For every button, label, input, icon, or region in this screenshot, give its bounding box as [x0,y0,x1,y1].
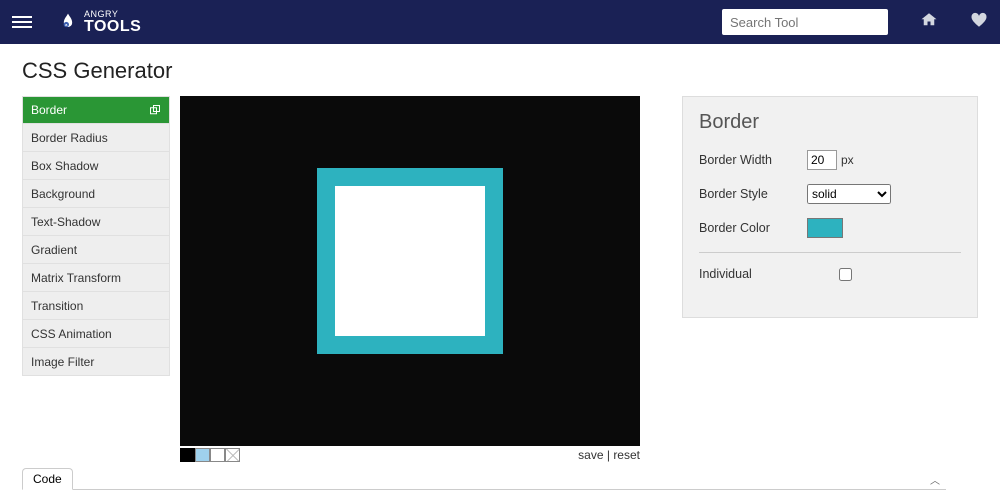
sidebar-item-text-shadow[interactable]: Text-Shadow [22,208,170,236]
brand-bottom: TOOLS [84,19,141,35]
bg-swatch-white[interactable] [210,448,225,462]
preview-box [317,168,503,354]
individual-checkbox[interactable] [839,268,852,281]
bg-swatch-blue[interactable] [195,448,210,462]
page-title: CSS Generator [22,58,978,84]
preview-canvas [180,96,640,446]
code-tabs: Code ︿ [22,468,946,490]
border-color-label: Border Color [699,221,807,235]
code-tab[interactable]: Code [22,468,73,490]
brand[interactable]: a ANGRY TOOLS [58,10,141,35]
sidebar-item-border[interactable]: Border [22,96,170,124]
sidebar-item-label: Background [31,187,95,201]
sidebar-item-label: Box Shadow [31,159,98,173]
bg-swatch-black[interactable] [180,448,195,462]
panel-divider [699,252,961,253]
sidebar-item-label: CSS Animation [31,327,112,341]
individual-label: Individual [699,267,839,281]
chevron-up-icon[interactable]: ︿ [930,472,940,487]
sidebar-item-gradient[interactable]: Gradient [22,236,170,264]
brand-text: ANGRY TOOLS [84,10,141,35]
sidebar-item-box-shadow[interactable]: Box Shadow [22,152,170,180]
menu-icon[interactable] [12,16,32,28]
sidebar-item-css-animation[interactable]: CSS Animation [22,320,170,348]
sidebar-item-label: Gradient [31,243,77,257]
bg-swatch-transparent[interactable] [225,448,240,462]
sidebar: Border Border Radius Box Shadow Backgrou… [22,96,170,376]
topbar: a ANGRY TOOLS [0,0,1000,44]
border-width-label: Border Width [699,153,807,167]
sidebar-item-background[interactable]: Background [22,180,170,208]
border-width-input[interactable] [807,150,837,170]
sidebar-item-label: Transition [31,299,83,313]
sidebar-item-border-radius[interactable]: Border Radius [22,124,170,152]
popout-icon [149,104,161,116]
swatch-row: save | reset [180,448,640,462]
heart-icon[interactable] [970,11,988,34]
sidebar-item-label: Border Radius [31,131,108,145]
sidebar-item-label: Border [31,103,67,117]
sidebar-item-label: Text-Shadow [31,215,100,229]
panel-title: Border [699,111,961,134]
border-style-select[interactable]: solid [807,184,891,204]
border-color-swatch[interactable] [807,218,843,238]
border-style-label: Border Style [699,187,807,201]
sidebar-item-image-filter[interactable]: Image Filter [22,348,170,376]
sidebar-item-matrix-transform[interactable]: Matrix Transform [22,264,170,292]
reset-link[interactable]: reset [613,448,640,462]
home-icon[interactable] [920,11,938,34]
search-input[interactable] [722,9,888,35]
properties-panel: Border Border Width px Border Style soli… [682,96,978,318]
sidebar-item-transition[interactable]: Transition [22,292,170,320]
save-reset: save | reset [578,448,640,462]
border-width-unit: px [841,153,854,167]
flame-icon: a [58,12,78,32]
sidebar-item-label: Matrix Transform [31,271,121,285]
sidebar-item-label: Image Filter [31,355,94,369]
save-link[interactable]: save [578,448,603,462]
